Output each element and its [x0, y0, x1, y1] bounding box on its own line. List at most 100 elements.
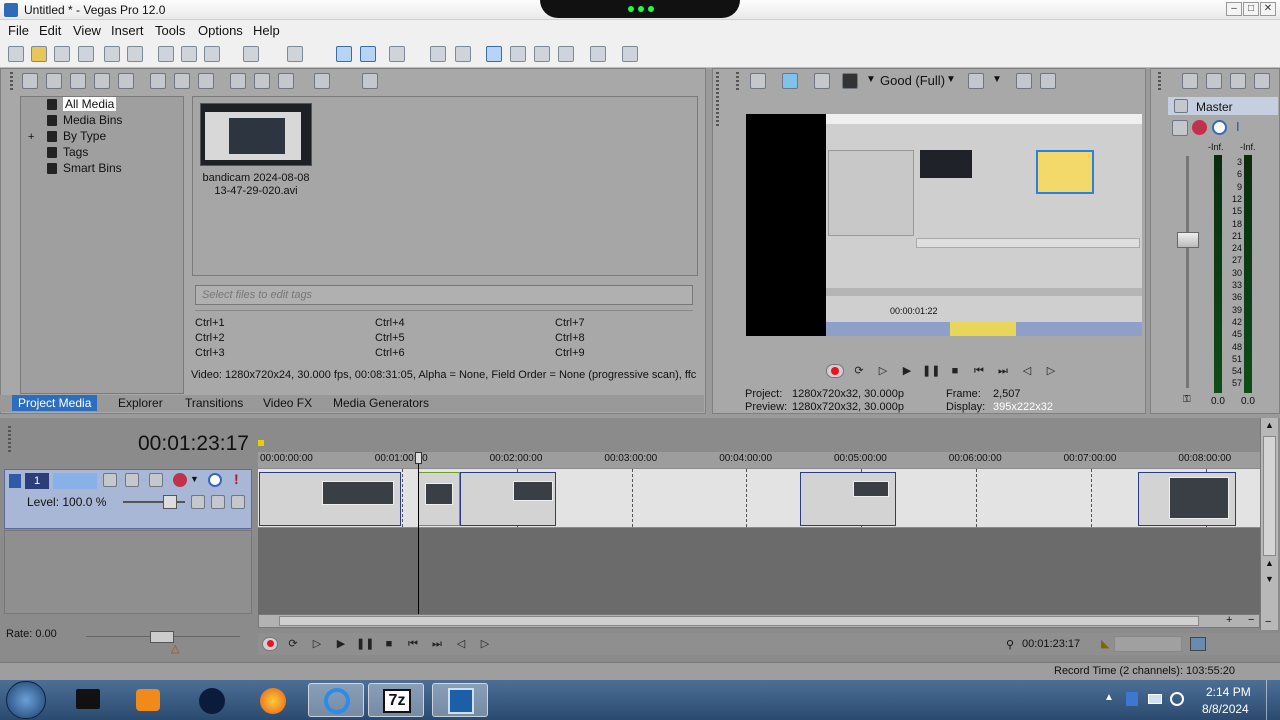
record-button[interactable] — [262, 637, 278, 651]
record-button[interactable] — [826, 364, 844, 378]
go-to-end-icon[interactable]: ⏭ — [994, 363, 1012, 379]
auto-preview-icon[interactable] — [278, 73, 294, 89]
menu-insert[interactable]: Insert — [111, 23, 144, 38]
scroll-thumb[interactable] — [279, 616, 1199, 626]
video-event-clip[interactable] — [259, 472, 401, 526]
menu-tools[interactable]: Tools — [155, 23, 185, 38]
selection-length-field[interactable] — [1114, 636, 1182, 652]
start-button[interactable] — [6, 681, 46, 719]
save-icon[interactable] — [54, 46, 70, 62]
play-from-start-icon[interactable]: ▷ — [308, 636, 326, 652]
zoom-in-icon[interactable]: + — [1226, 614, 1232, 626]
menu-file[interactable]: File — [8, 23, 29, 38]
lock-envelopes-icon[interactable] — [455, 46, 471, 62]
video-event-clip[interactable] — [800, 472, 896, 526]
normal-edit-tool-icon[interactable] — [336, 46, 352, 62]
previous-frame-icon[interactable]: ◁ — [452, 636, 470, 652]
show-hidden-icons[interactable]: ▲ — [1104, 692, 1114, 703]
solo-icon[interactable]: I — [1236, 119, 1240, 134]
paste-icon[interactable] — [204, 46, 220, 62]
search-icon[interactable] — [362, 73, 378, 89]
redo-icon[interactable] — [287, 46, 303, 62]
go-to-end-icon[interactable]: ⏭ — [428, 636, 446, 652]
docking-grip[interactable] — [1158, 72, 1161, 90]
ignore-grouping-icon[interactable] — [534, 46, 550, 62]
open-folder-icon[interactable] — [31, 46, 47, 62]
docking-grip[interactable] — [10, 72, 13, 90]
master-fx-icon[interactable] — [1172, 120, 1188, 136]
selection-edit-tool-icon[interactable] — [389, 46, 405, 62]
preview-quality-select[interactable]: Good (Full) — [880, 73, 945, 88]
docking-grip[interactable] — [8, 426, 11, 452]
downmix-icon[interactable] — [1206, 73, 1222, 89]
clock-time[interactable]: 2:14 PM — [1206, 685, 1251, 699]
tab-video-fx[interactable]: Video FX — [263, 396, 312, 410]
tree-item-smart-bins[interactable]: Smart Bins — [63, 161, 122, 175]
chevron-down-icon[interactable]: ▼ — [866, 74, 876, 85]
empty-timeline-area[interactable] — [258, 528, 1260, 614]
zoom-out-icon[interactable]: − — [1248, 614, 1254, 626]
save-as-icon[interactable] — [78, 46, 94, 62]
minimize-button[interactable]: – — [1226, 2, 1242, 16]
remove-unused-media-icon[interactable] — [94, 73, 110, 89]
composite-mode-icon[interactable] — [125, 473, 139, 487]
docking-grip[interactable] — [716, 72, 719, 128]
timeline-vertical-scrollbar[interactable]: ▲ ▲ ▼ − — [1260, 418, 1278, 630]
expand-track-icon[interactable] — [191, 495, 205, 509]
docking-grip[interactable] — [736, 72, 739, 90]
tags-input[interactable]: Select files to edit tags — [195, 285, 693, 305]
bluetooth-icon[interactable] — [1126, 692, 1138, 706]
chevron-down-icon[interactable]: ▼ — [190, 474, 199, 484]
stop-icon[interactable]: ■ — [380, 636, 398, 652]
play-from-start-icon[interactable]: ▷ — [874, 363, 892, 379]
show-desktop-button[interactable] — [1266, 680, 1280, 720]
external-monitor-icon[interactable] — [782, 73, 798, 89]
scroll-up-icon[interactable]: ▲ — [1265, 420, 1274, 430]
properties-icon[interactable] — [174, 73, 190, 89]
vertical-zoom-out-icon[interactable]: − — [1265, 616, 1271, 628]
tab-explorer[interactable]: Explorer — [118, 396, 163, 410]
next-frame-icon[interactable]: ▷ — [1042, 363, 1060, 379]
tree-item-tags[interactable]: Tags — [63, 145, 88, 159]
copy-icon[interactable] — [181, 46, 197, 62]
level-slider-handle[interactable] — [163, 495, 177, 509]
clock-date[interactable]: 8/8/2024 — [1202, 702, 1249, 716]
snapping-icon[interactable] — [486, 46, 502, 62]
video-event-clip[interactable] — [460, 472, 556, 526]
render-as-icon[interactable] — [104, 46, 120, 62]
track-fx-gear-icon[interactable] — [173, 473, 187, 487]
track-motion-icon[interactable] — [103, 473, 117, 487]
chevron-down-icon[interactable]: ▼ — [946, 74, 956, 85]
volume-icon[interactable] — [1170, 692, 1184, 706]
preview-properties-icon[interactable] — [750, 73, 766, 89]
parent-composite-icon[interactable] — [149, 473, 163, 487]
mixer-properties-icon[interactable] — [1182, 73, 1198, 89]
properties-icon[interactable] — [127, 46, 143, 62]
tree-item-all-media[interactable]: All Media — [63, 97, 117, 111]
next-frame-icon[interactable]: ▷ — [476, 636, 494, 652]
taskbar-vegas-pro[interactable] — [432, 683, 488, 717]
undo-icon[interactable] — [243, 46, 259, 62]
taskbar-internet-explorer[interactable] — [308, 683, 364, 717]
taskbar-bandicam[interactable] — [60, 683, 116, 717]
video-event-clip[interactable] — [418, 472, 460, 526]
taskbar-media-player[interactable] — [120, 683, 176, 717]
vegas-app-icon[interactable] — [4, 3, 18, 17]
menu-help[interactable]: Help — [253, 23, 280, 38]
loop-playback-icon[interactable]: ⟳ — [850, 363, 868, 379]
split-screen-icon[interactable] — [814, 73, 830, 89]
master-fader-handle[interactable] — [1177, 232, 1199, 248]
zoom-tool-icon[interactable] — [558, 46, 574, 62]
timeline-horizontal-scrollbar[interactable] — [258, 614, 1260, 628]
menu-options[interactable]: Options — [198, 23, 243, 38]
stop-preview-icon[interactable] — [254, 73, 270, 89]
playhead-cursor[interactable] — [418, 452, 419, 614]
tab-transitions[interactable]: Transitions — [185, 396, 243, 410]
new-project-icon[interactable] — [8, 46, 24, 62]
track-solo-icon[interactable]: ! — [234, 471, 239, 487]
track-name-field[interactable] — [53, 473, 97, 489]
taskbar-firefox[interactable] — [245, 683, 301, 717]
video-fx-preview-icon[interactable] — [842, 73, 858, 89]
get-media-from-web-icon[interactable] — [70, 73, 86, 89]
pause-icon[interactable]: ❚❚ — [922, 363, 940, 379]
